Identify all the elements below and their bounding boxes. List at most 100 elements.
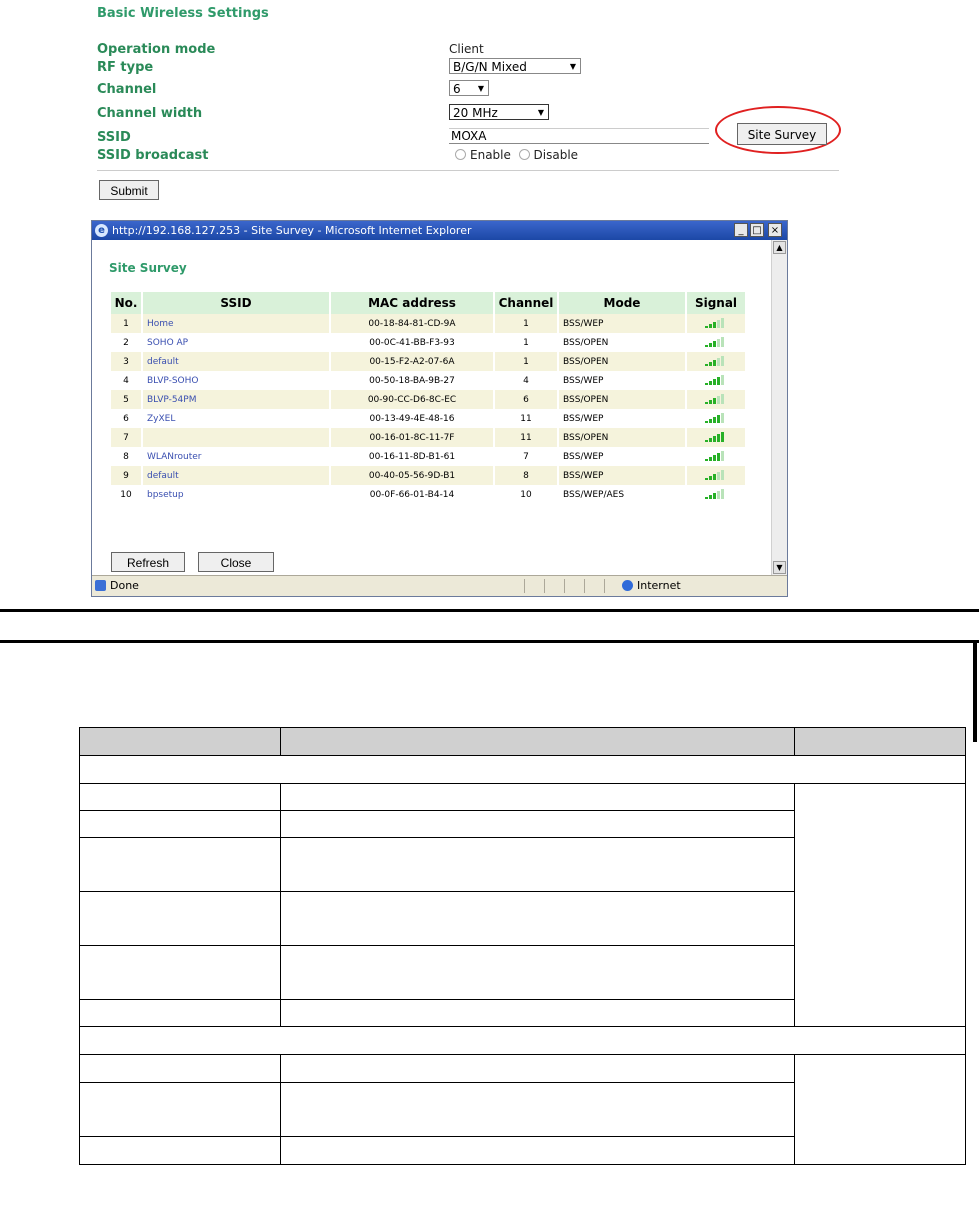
side-bar-mark <box>973 640 977 742</box>
row-channel: 1 <box>494 314 559 333</box>
row-mode: BSS/WEP <box>558 314 687 333</box>
channel-width-selected: 20 MHz <box>453 106 498 120</box>
page-rule <box>0 640 979 643</box>
signal-strength-icon <box>705 356 727 367</box>
row-number: 8 <box>111 447 143 466</box>
doc-cell <box>279 999 796 1027</box>
survey-row[interactable]: 5 BLVP-54PM 00-90-CC-D6-8C-EC 6 BSS/OPEN <box>111 390 747 409</box>
survey-row[interactable]: 6 ZyXEL 00-13-49-4E-48-16 11 BSS/WEP <box>111 409 747 428</box>
row-signal <box>686 409 747 428</box>
row-mode: BSS/OPEN <box>558 352 687 371</box>
survey-row[interactable]: 4 BLVP-SOHO 00-50-18-BA-9B-27 4 BSS/WEP <box>111 371 747 390</box>
submit-button[interactable]: Submit <box>99 180 159 200</box>
signal-strength-icon <box>705 337 727 348</box>
row-number: 6 <box>111 409 143 428</box>
signal-strength-icon <box>705 489 727 500</box>
refresh-button[interactable]: Refresh <box>111 552 185 572</box>
doc-header-cell <box>279 727 796 756</box>
survey-row[interactable]: 3 default 00-15-F2-A2-07-6A 1 BSS/OPEN <box>111 352 747 371</box>
row-signal <box>686 314 747 333</box>
page-rule <box>0 609 979 612</box>
col-mode-header: Mode <box>558 292 687 314</box>
ssid-broadcast-options: Enable Disable <box>455 148 578 162</box>
row-signal <box>686 428 747 447</box>
ssid-broadcast-label: SSID broadcast <box>97 148 209 163</box>
survey-heading: Site Survey <box>109 261 187 275</box>
doc-header-cell <box>79 727 281 756</box>
enable-radio[interactable] <box>455 149 466 160</box>
row-mac: 00-0F-66-01-B4-14 <box>330 485 495 504</box>
survey-table: No. SSID MAC address Channel Mode Signal… <box>111 292 747 504</box>
window-titlebar[interactable]: e http://192.168.127.253 - Site Survey -… <box>92 221 787 240</box>
settings-title: Basic Wireless Settings <box>97 6 269 21</box>
survey-header-row: No. SSID MAC address Channel Mode Signal <box>111 292 747 314</box>
doc-cell <box>279 810 796 838</box>
row-mode: BSS/WEP <box>558 466 687 485</box>
row-number: 2 <box>111 333 143 352</box>
survey-row[interactable]: 2 SOHO AP 00-0C-41-BB-F3-93 1 BSS/OPEN <box>111 333 747 352</box>
row-mac: 00-13-49-4E-48-16 <box>330 409 495 428</box>
channel-width-select[interactable]: 20 MHz ▼ <box>449 104 549 120</box>
status-text: Done <box>110 579 139 592</box>
row-ssid: Home <box>142 314 331 333</box>
row-number: 9 <box>111 466 143 485</box>
row-number: 10 <box>111 485 143 504</box>
row-signal <box>686 485 747 504</box>
doc-cell <box>79 1054 281 1083</box>
col-signal-header: Signal <box>686 292 747 314</box>
row-mode: BSS/OPEN <box>558 390 687 409</box>
divider <box>97 170 839 171</box>
scroll-down-icon[interactable]: ▼ <box>773 561 786 574</box>
col-mac-header: MAC address <box>330 292 495 314</box>
scroll-up-icon[interactable]: ▲ <box>773 241 786 254</box>
maximize-icon[interactable]: □ <box>750 223 764 237</box>
row-ssid: bpsetup <box>142 485 331 504</box>
site-survey-button[interactable]: Site Survey <box>737 123 827 145</box>
minimize-icon[interactable]: _ <box>734 223 748 237</box>
status-divider <box>564 579 565 593</box>
doc-cell <box>279 1136 796 1165</box>
signal-strength-icon <box>705 413 727 424</box>
row-channel: 10 <box>494 485 559 504</box>
survey-row[interactable]: 1 Home 00-18-84-81-CD-9A 1 BSS/WEP <box>111 314 747 333</box>
row-mac: 00-90-CC-D6-8C-EC <box>330 390 495 409</box>
survey-row[interactable]: 8 WLANrouter 00-16-11-8D-B1-61 7 BSS/WEP <box>111 447 747 466</box>
channel-select[interactable]: 6 ▼ <box>449 80 489 96</box>
row-mac: 00-0C-41-BB-F3-93 <box>330 333 495 352</box>
ssid-input[interactable]: MOXA <box>449 128 709 144</box>
vertical-scrollbar[interactable]: ▲ ▼ <box>771 240 787 575</box>
row-channel: 11 <box>494 409 559 428</box>
doc-cell <box>79 837 281 892</box>
chevron-down-icon: ▼ <box>537 108 544 117</box>
row-ssid: ZyXEL <box>142 409 331 428</box>
close-icon[interactable]: × <box>768 223 782 237</box>
enable-label: Enable <box>470 148 511 162</box>
row-mac: 00-16-01-8C-11-7F <box>330 428 495 447</box>
chevron-down-icon: ▼ <box>477 84 484 93</box>
row-signal <box>686 466 747 485</box>
col-ssid-header: SSID <box>142 292 331 314</box>
rf-type-label: RF type <box>97 60 154 75</box>
survey-row[interactable]: 9 default 00-40-05-56-9D-B1 8 BSS/WEP <box>111 466 747 485</box>
row-signal <box>686 390 747 409</box>
rf-type-select[interactable]: B/G/N Mixed ▼ <box>449 58 581 74</box>
survey-row[interactable]: 7 00-16-01-8C-11-7F 11 BSS/OPEN <box>111 428 747 447</box>
document-table <box>79 727 966 1165</box>
row-channel: 4 <box>494 371 559 390</box>
disable-radio[interactable] <box>518 149 530 160</box>
row-channel: 11 <box>494 428 559 447</box>
status-divider <box>584 579 585 593</box>
survey-row[interactable]: 10 bpsetup 00-0F-66-01-B4-14 10 BSS/WEP/AES <box>111 485 747 504</box>
row-channel: 7 <box>494 447 559 466</box>
row-signal <box>686 447 747 466</box>
row-mac: 00-50-18-BA-9B-27 <box>330 371 495 390</box>
window-title: http://192.168.127.253 - Site Survey - M… <box>112 224 472 237</box>
row-mode: BSS/WEP/AES <box>558 485 687 504</box>
doc-cell <box>279 837 796 892</box>
doc-cell <box>79 1082 281 1137</box>
page-done-icon <box>95 580 106 591</box>
row-mac: 00-16-11-8D-B1-61 <box>330 447 495 466</box>
row-number: 3 <box>111 352 143 371</box>
ssid-row: SSID MOXA Site Survey <box>97 106 841 154</box>
close-button[interactable]: Close <box>198 552 274 572</box>
